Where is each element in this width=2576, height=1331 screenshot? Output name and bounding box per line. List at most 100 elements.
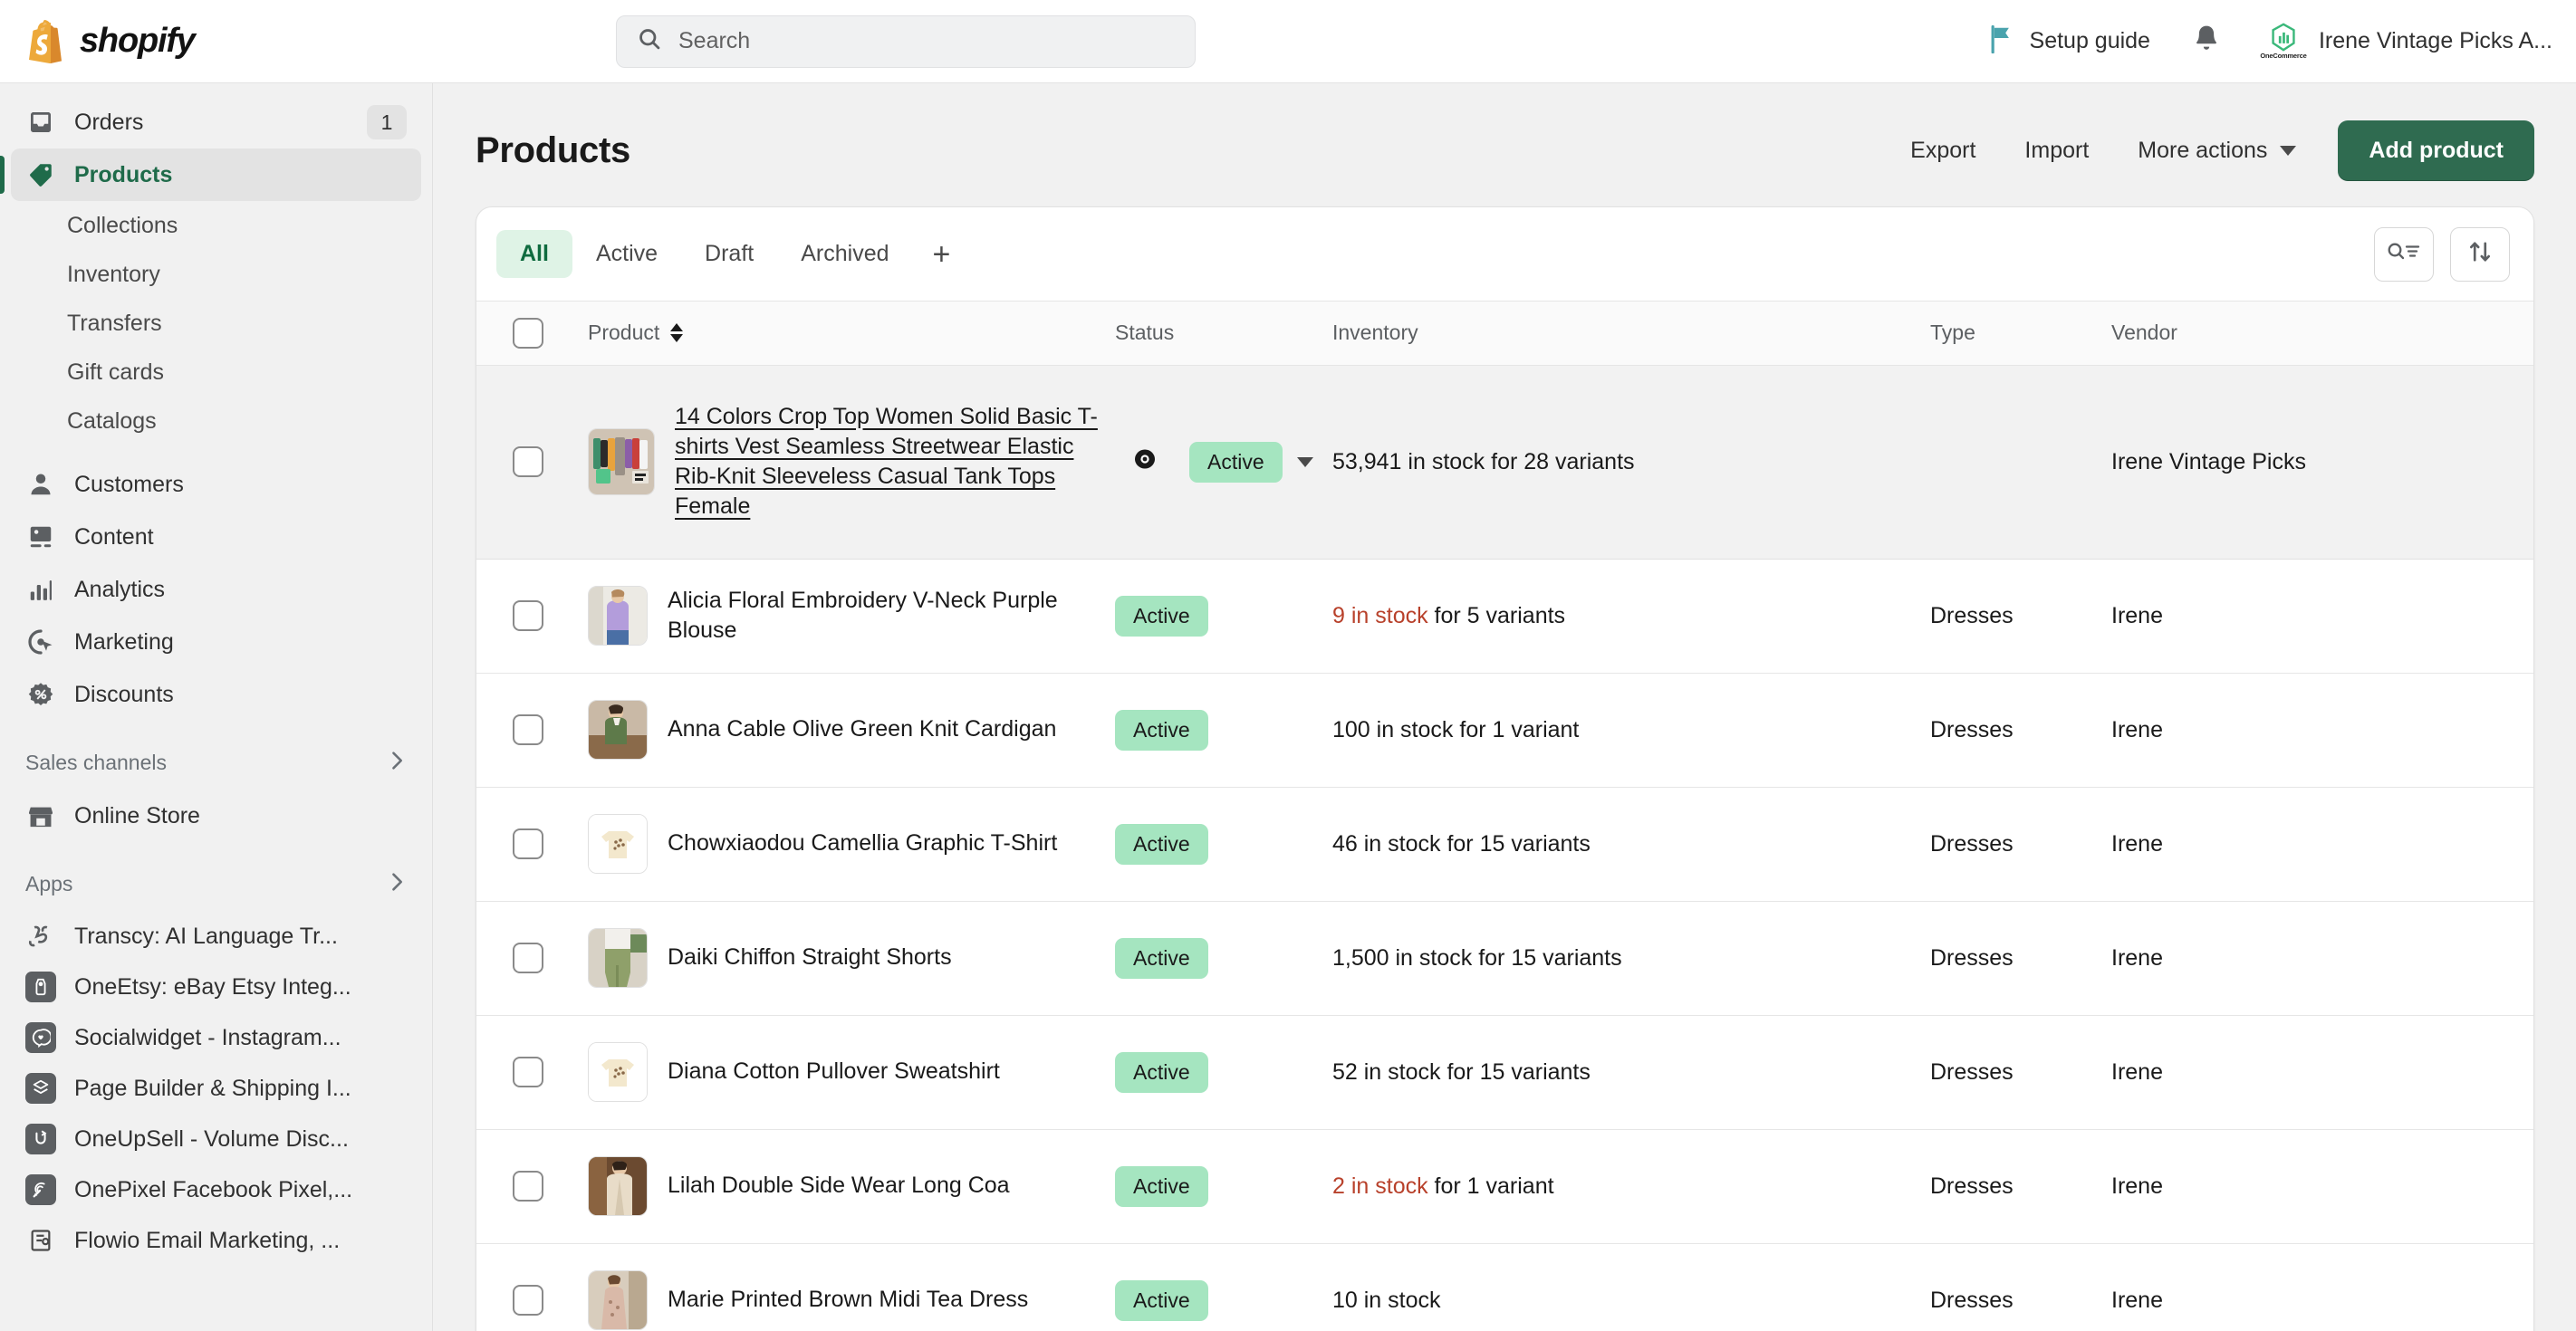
chevron-right-icon[interactable]: [387, 870, 407, 897]
sidebar-item-discounts[interactable]: Discounts: [11, 668, 421, 721]
product-name[interactable]: Alicia Floral Embroidery V-Neck Purple B…: [668, 586, 1115, 646]
status-caret-icon[interactable]: [1296, 456, 1313, 467]
search-input[interactable]: Search: [616, 14, 1196, 68]
column-label-product: Product: [588, 321, 660, 345]
shopify-logo[interactable]: shopify: [0, 19, 435, 63]
sidebar-item-content[interactable]: Content: [11, 511, 421, 563]
status-badge: Active: [1115, 1165, 1208, 1207]
bell-icon[interactable]: [2192, 24, 2221, 59]
product-cell: Alicia Floral Embroidery V-Neck Purple B…: [567, 559, 1115, 674]
sidebar-app-oneupsell[interactable]: OneUpSell - Volume Disc...: [11, 1114, 421, 1164]
row-checkbox[interactable]: [513, 446, 543, 477]
sidebar-item-transfers[interactable]: Transfers: [11, 299, 421, 348]
sidebar-app-onepixel[interactable]: OnePixel Facebook Pixel,...: [11, 1164, 421, 1215]
sidebar-item-collections[interactable]: Collections: [11, 201, 421, 250]
row-checkbox[interactable]: [513, 828, 543, 859]
tab-all[interactable]: All: [496, 230, 572, 278]
inventory-cell: 46 in stock for 15 variants: [1332, 787, 1930, 902]
product-name[interactable]: Lilah Double Side Wear Long Coa: [668, 1171, 1010, 1201]
table-header-row: Product Status Inventory Type Vendor: [476, 302, 2533, 366]
status-badge: Active: [1115, 823, 1208, 865]
sales-channels-section[interactable]: Sales channels: [11, 737, 421, 788]
global-search[interactable]: Search: [616, 14, 1196, 68]
inventory-count: 100 in stock: [1332, 716, 1454, 742]
inventory-variants: for 15 variants: [1472, 944, 1622, 971]
sidebar-item-customers[interactable]: Customers: [11, 458, 421, 511]
sidebar-item-gift-cards[interactable]: Gift cards: [11, 348, 421, 397]
sidebar-item-inventory[interactable]: Inventory: [11, 250, 421, 299]
row-checkbox[interactable]: [513, 1057, 543, 1087]
tab-active[interactable]: Active: [572, 230, 681, 278]
type-cell: Dresses: [1930, 1129, 2111, 1244]
sidebar-item-analytics[interactable]: Analytics: [11, 563, 421, 616]
table-row[interactable]: Anna Cable Olive Green Knit Cardigan Act…: [476, 673, 2533, 788]
preview-button[interactable]: [1115, 447, 1175, 477]
table-row[interactable]: Chowxiaodou Camellia Graphic T-Shirt Act…: [476, 787, 2533, 902]
row-checkbox[interactable]: [513, 1171, 543, 1202]
column-header-status: Status: [1115, 302, 1332, 366]
sidebar-app-oneetsy[interactable]: OneEtsy: eBay Etsy Integ...: [11, 962, 421, 1012]
column-header-product[interactable]: Product: [567, 302, 1115, 366]
sidebar-item-products[interactable]: Products: [0, 148, 421, 201]
product-thumbnail: [588, 928, 648, 988]
sidebar-item-orders[interactable]: Orders 1: [11, 96, 421, 148]
search-filter-icon: [2386, 240, 2422, 268]
product-name[interactable]: Daiki Chiffon Straight Shorts: [668, 943, 952, 972]
product-cell: Daiki Chiffon Straight Shorts: [567, 901, 1115, 1016]
import-button[interactable]: Import: [2004, 125, 2109, 177]
sidebar-item-marketing[interactable]: Marketing: [11, 616, 421, 668]
sidebar-app-transcy[interactable]: Transcy: AI Language Tr...: [11, 911, 421, 962]
product-name[interactable]: 14 Colors Crop Top Women Solid Basic T-s…: [675, 402, 1115, 522]
status-cell: Active: [1115, 365, 1332, 560]
export-button[interactable]: Export: [1890, 125, 1995, 177]
more-actions-button[interactable]: More actions: [2118, 125, 2316, 177]
product-cell: Diana Cotton Pullover Sweatshirt: [567, 1015, 1115, 1130]
type-cell: Dresses: [1930, 787, 2111, 902]
table-row[interactable]: Daiki Chiffon Straight Shorts Active 1,5…: [476, 901, 2533, 1016]
product-name[interactable]: Chowxiaodou Camellia Graphic T-Shirt: [668, 828, 1057, 858]
storefront-icon: [25, 800, 56, 831]
table-row[interactable]: Lilah Double Side Wear Long Coa Active 2…: [476, 1129, 2533, 1244]
sidebar-app-flowio[interactable]: Flowio Email Marketing, ...: [11, 1215, 421, 1266]
table-row[interactable]: 14 Colors Crop Top Women Solid Basic T-s…: [476, 365, 2533, 560]
product-name[interactable]: Diana Cotton Pullover Sweatshirt: [668, 1057, 1000, 1087]
sidebar-app-socialwidget[interactable]: Socialwidget - Instagram...: [11, 1012, 421, 1063]
sales-channels-title: Sales channels: [25, 750, 167, 774]
product-name[interactable]: Anna Cable Olive Green Knit Cardigan: [668, 714, 1056, 744]
shopify-wordmark: shopify: [80, 22, 196, 60]
select-all-checkbox[interactable]: [513, 317, 543, 349]
store-selector[interactable]: OneCommerce Irene Vintage Picks A...: [2260, 21, 2552, 62]
product-cell: Chowxiaodou Camellia Graphic T-Shirt: [567, 787, 1115, 902]
product-name[interactable]: Marie Printed Brown Midi Tea Dress: [668, 1285, 1028, 1315]
row-checkbox[interactable]: [513, 1285, 543, 1316]
table-row[interactable]: Marie Printed Brown Midi Tea Dress Activ…: [476, 1243, 2533, 1331]
setup-guide-button[interactable]: Setup guide: [1988, 24, 2150, 58]
status-cell: Active: [1115, 673, 1332, 788]
sidebar-app-label-socialwidget: Socialwidget - Instagram...: [74, 1024, 341, 1050]
tab-draft[interactable]: Draft: [681, 230, 777, 278]
sidebar: Orders 1 Products Collections Inventory …: [0, 83, 433, 1331]
search-filter-button[interactable]: [2374, 226, 2434, 282]
chevron-right-icon[interactable]: [387, 749, 407, 776]
add-view-button[interactable]: +: [913, 235, 971, 273]
sidebar-item-online-store[interactable]: Online Store: [11, 790, 421, 842]
inventory-count: 53,941 in stock: [1332, 448, 1485, 474]
row-checkbox[interactable]: [513, 714, 543, 745]
vendor-cell: Irene: [2111, 1243, 2533, 1331]
filter-tabbar: All Active Draft Archived +: [476, 207, 2533, 302]
row-checkbox[interactable]: [513, 943, 543, 973]
tab-archived[interactable]: Archived: [777, 230, 912, 278]
add-product-button[interactable]: Add product: [2338, 120, 2534, 181]
table-row[interactable]: Alicia Floral Embroidery V-Neck Purple B…: [476, 559, 2533, 674]
product-cell: Marie Printed Brown Midi Tea Dress: [567, 1243, 1115, 1331]
table-row[interactable]: Diana Cotton Pullover Sweatshirt Active …: [476, 1015, 2533, 1130]
apps-section[interactable]: Apps: [11, 858, 421, 909]
row-checkbox[interactable]: [513, 600, 543, 631]
column-header-vendor: Vendor: [2111, 302, 2533, 366]
sort-button[interactable]: [2450, 226, 2510, 282]
inventory-count: 52 in stock: [1332, 1058, 1441, 1085]
sidebar-item-label-online-store: Online Store: [74, 802, 200, 828]
sidebar-app-pagebuilder[interactable]: Page Builder & Shipping I...: [11, 1063, 421, 1114]
sidebar-sublabel-collections: Collections: [67, 212, 178, 238]
sidebar-item-catalogs[interactable]: Catalogs: [11, 397, 421, 445]
